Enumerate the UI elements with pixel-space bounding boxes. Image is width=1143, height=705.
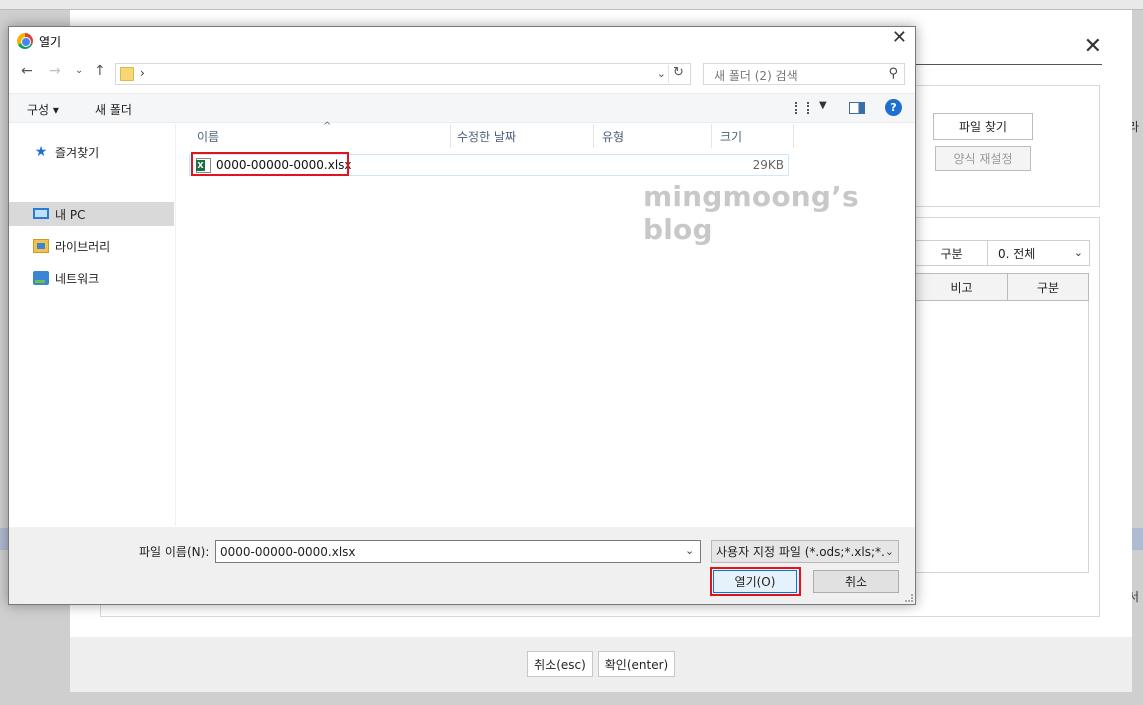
- dialog-bottom-bar: 파일 이름(N): 0000-00000-0000.xlsx ⌄ 사용자 지정 …: [9, 527, 915, 604]
- column-type[interactable]: 유형: [594, 124, 712, 148]
- dialog-close-icon[interactable]: ✕: [892, 29, 907, 47]
- column-header-note: 비고: [916, 274, 1008, 300]
- column-header-category: 구분: [1036, 280, 1060, 295]
- nav-item-this-pc[interactable]: 내 PC: [9, 202, 174, 226]
- category-filter[interactable]: 구분 0. 전체 ⌄: [915, 240, 1090, 266]
- category-filter-value: 0. 전체: [998, 246, 1036, 261]
- refresh-icon[interactable]: ↻: [668, 65, 688, 83]
- recent-locations-chevron-icon[interactable]: ⌄: [75, 65, 83, 76]
- address-bar[interactable]: › ⌄ ↻: [115, 63, 691, 85]
- modal-footer: 취소(esc) 확인(enter): [70, 637, 1132, 692]
- navigation-pane: ★ 즐겨찾기 내 PC 라이브러리 네트워크: [9, 124, 176, 526]
- nav-item-label: 라이브러리: [55, 239, 111, 254]
- reset-form-button[interactable]: 양식 재설정: [935, 146, 1031, 171]
- new-folder-button[interactable]: 새 폴더: [95, 101, 132, 118]
- folder-icon: [120, 67, 134, 81]
- computer-icon: [33, 207, 49, 219]
- forward-arrow-icon[interactable]: →: [49, 63, 61, 79]
- category-filter-label: 구분: [916, 241, 988, 265]
- dialog-navbar: ← → ⌄ ↑ › ⌄ ↻ 새 폴더 (2) 검색 ⚲: [9, 59, 915, 87]
- file-type-select[interactable]: 사용자 지정 파일 (*.ods;*.xls;*. ⌄: [711, 540, 899, 563]
- address-history-chevron-icon[interactable]: ⌄: [657, 67, 666, 80]
- nav-item-label: 내 PC: [55, 207, 86, 222]
- file-type-value: 사용자 지정 파일 (*.ods;*.xls;*.: [716, 545, 885, 559]
- data-table-header: 비고 구분: [915, 273, 1089, 301]
- view-options-icon[interactable]: [795, 102, 809, 114]
- sort-ascending-icon: ^: [323, 121, 332, 132]
- file-size: 29KB: [752, 158, 784, 172]
- column-size[interactable]: 크기: [712, 124, 794, 148]
- up-arrow-icon[interactable]: ↑: [94, 63, 106, 79]
- watermark: mingmoong’s blog: [643, 180, 859, 246]
- nav-item-favorites[interactable]: ★ 즐겨찾기: [9, 140, 174, 164]
- footer-cancel-button[interactable]: 취소(esc): [527, 651, 593, 677]
- nav-item-label: 네트워크: [55, 271, 100, 286]
- file-highlight-box: [191, 152, 349, 176]
- file-name-input[interactable]: 0000-00000-0000.xlsx: [215, 540, 701, 563]
- nav-item-label: 즐겨찾기: [55, 145, 100, 160]
- file-type-chevron-icon: ⌄: [884, 545, 894, 558]
- star-icon: ★: [34, 144, 48, 160]
- view-chevron-down-icon[interactable]: ▼: [819, 100, 827, 111]
- column-date-modified[interactable]: 수정한 날짜: [449, 124, 594, 148]
- category-filter-select[interactable]: 0. 전체 ⌄: [988, 241, 1089, 265]
- help-icon[interactable]: ?: [885, 99, 902, 116]
- footer-confirm-button[interactable]: 확인(enter): [598, 651, 675, 677]
- search-placeholder: 새 폴더 (2) 검색: [714, 69, 798, 83]
- dialog-title: 열기: [39, 35, 62, 49]
- file-list-header: 이름 ^ 수정한 날짜 유형 크기: [177, 121, 915, 148]
- dialog-toolbar: 구성 ▾ 새 폴더 ▼ ?: [9, 93, 915, 123]
- open-highlight-box: [710, 567, 801, 596]
- chrome-icon: [17, 33, 33, 49]
- back-arrow-icon[interactable]: ←: [21, 63, 33, 79]
- preview-pane-icon[interactable]: [849, 102, 865, 114]
- file-name-chevron-icon[interactable]: ⌄: [685, 544, 694, 557]
- nav-item-libraries[interactable]: 라이브러리: [9, 234, 174, 258]
- library-icon: [33, 239, 49, 253]
- data-table-body: [915, 301, 1089, 573]
- cancel-button[interactable]: 취소: [813, 570, 899, 593]
- chevron-down-icon: ⌄: [1073, 246, 1083, 259]
- file-name-label: 파일 이름(N):: [139, 545, 210, 559]
- modal-close-icon[interactable]: ✕: [1084, 36, 1102, 58]
- file-open-dialog: 열기 ✕ ← → ⌄ ↑ › ⌄ ↻ 새 폴더 (2) 검색 ⚲ 구성 ▾ 새 …: [8, 26, 916, 605]
- dialog-titlebar: 열기 ✕: [9, 27, 915, 55]
- organize-button[interactable]: 구성 ▾: [27, 101, 59, 118]
- search-input[interactable]: 새 폴더 (2) 검색 ⚲: [703, 63, 905, 85]
- background-topbar: [0, 0, 1143, 10]
- search-icon: ⚲: [888, 66, 898, 81]
- find-file-button[interactable]: 파일 찾기: [933, 113, 1033, 140]
- nav-item-network[interactable]: 네트워크: [9, 266, 174, 290]
- file-list: 이름 ^ 수정한 날짜 유형 크기 0000-00000-0000.xlsx 2…: [177, 121, 915, 526]
- resize-grip-icon[interactable]: [905, 594, 913, 602]
- network-icon: [33, 271, 49, 285]
- column-name[interactable]: 이름: [189, 124, 451, 148]
- breadcrumb-arrow[interactable]: ›: [140, 66, 145, 80]
